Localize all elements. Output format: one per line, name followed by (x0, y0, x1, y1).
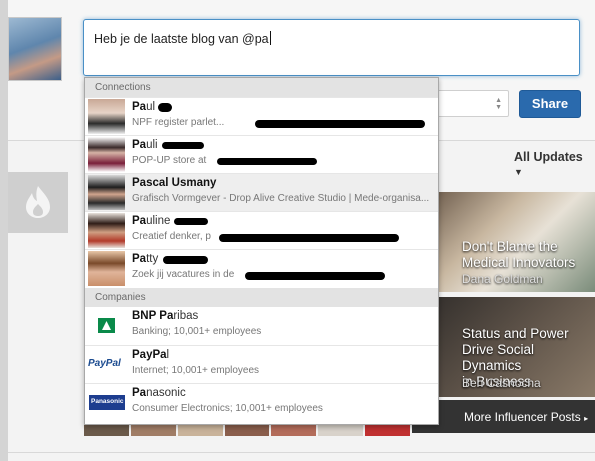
suggestion-name: BNP Paribas (132, 310, 199, 322)
avatar (88, 175, 125, 210)
suggestion-subtitle: Consumer Electronics; 10,001+ employees (132, 403, 323, 414)
chevron-down-icon: ▼ (514, 167, 523, 177)
profile-avatar[interactable] (8, 17, 62, 81)
flame-icon (26, 186, 50, 218)
influencer-post-title[interactable]: Don't Blame the Medical Innovators (462, 239, 575, 271)
companies-header: Companies (85, 288, 438, 307)
redaction-mark (255, 120, 425, 128)
share-input-text: Heb je de laatste blog van @pa (94, 32, 269, 46)
connections-header: Connections (85, 78, 438, 97)
feed-activity-icon (8, 172, 68, 233)
photo-thumbnail[interactable] (130, 424, 176, 436)
photo-thumbnail[interactable] (365, 424, 411, 436)
arrow-right-icon: ▸ (584, 414, 589, 423)
share-button[interactable]: Share (519, 90, 581, 118)
connection-suggestion[interactable]: Pauline Creatief denker, p (85, 211, 438, 249)
photo-strip (84, 424, 412, 436)
panasonic-logo: Panasonic (88, 385, 125, 420)
panasonic-logo-text: Panasonic (91, 398, 124, 405)
feed-divider (8, 452, 595, 453)
connection-suggestion[interactable]: Paul NPF register parlet... (85, 97, 438, 135)
photo-thumbnail[interactable] (271, 424, 317, 436)
paypal-logo-text: PayPal (88, 358, 121, 369)
suggestion-name: Patty (132, 253, 159, 265)
select-arrows-icon: ▲ ▼ (495, 97, 502, 111)
title-line: Medical Innovators (462, 255, 576, 270)
text-caret (269, 31, 271, 45)
mention-suggestions-dropdown: Connections Paul NPF register parlet... … (84, 77, 439, 425)
paypal-logo: PayPal (88, 347, 125, 382)
share-update-input[interactable]: Heb je de laatste blog van @pa (83, 19, 580, 76)
company-suggestion[interactable]: Panasonic Panasonic Consumer Electronics… (85, 383, 438, 421)
suggestion-subtitle: Internet; 10,001+ employees (132, 365, 260, 376)
redaction-mark (158, 103, 172, 112)
avatar (88, 99, 125, 134)
title-line: Drive Social Dynamics (462, 342, 535, 373)
suggestion-subtitle: Banking; 10,001+ employees (132, 326, 262, 337)
avatar (88, 251, 125, 286)
redaction-mark (219, 234, 399, 242)
avatar (88, 137, 125, 172)
company-suggestion[interactable]: PayPal PayPal Internet; 10,001+ employee… (85, 345, 438, 383)
left-border (0, 0, 8, 461)
suggestion-name: Paul (132, 101, 156, 113)
redaction-mark (174, 218, 208, 225)
bnp-paribas-logo (88, 308, 125, 343)
all-updates-label: All Updates (514, 150, 583, 164)
photo-thumbnail[interactable] (84, 424, 129, 436)
visibility-select[interactable]: ▲ ▼ (437, 90, 509, 117)
influencer-post-author[interactable]: Dana Goldman (462, 272, 543, 286)
connection-suggestion[interactable]: Pauli POP-UP store at (85, 135, 438, 173)
influencer-post-author[interactable]: Ben Casnocha (462, 376, 541, 390)
suggestion-name: Pascal Usmany (132, 177, 217, 189)
connection-suggestion[interactable]: Patty Zoek jij vacatures in de (85, 249, 438, 287)
company-suggestion[interactable]: BNP Paribas Banking; 10,001+ employees (85, 307, 438, 345)
photo-thumbnail[interactable] (318, 424, 364, 436)
redaction-mark (245, 272, 385, 280)
suggestion-name: PayPal (132, 349, 170, 361)
more-influencer-posts-link[interactable]: More Influencer Posts ▸ (464, 410, 588, 424)
title-line: Don't Blame the (462, 239, 558, 254)
suggestion-name: Pauli (132, 139, 158, 151)
redaction-mark (162, 142, 204, 149)
suggestion-subtitle: Grafisch Vormgever - Drop Alive Creative… (132, 193, 430, 204)
connection-suggestion[interactable]: Pascal Usmany Grafisch Vormgever - Drop … (85, 173, 438, 211)
more-link-label: More Influencer Posts (464, 410, 581, 424)
photo-thumbnail[interactable] (177, 424, 223, 436)
photo-thumbnail[interactable] (224, 424, 270, 436)
suggestion-name: Panasonic (132, 387, 186, 399)
avatar (88, 213, 125, 248)
redaction-mark (163, 256, 208, 264)
suggestion-name: Pauline (132, 215, 171, 227)
all-updates-filter[interactable]: All Updates ▼ (514, 150, 595, 178)
redaction-mark (217, 158, 317, 165)
title-line: Status and Power (462, 326, 569, 341)
